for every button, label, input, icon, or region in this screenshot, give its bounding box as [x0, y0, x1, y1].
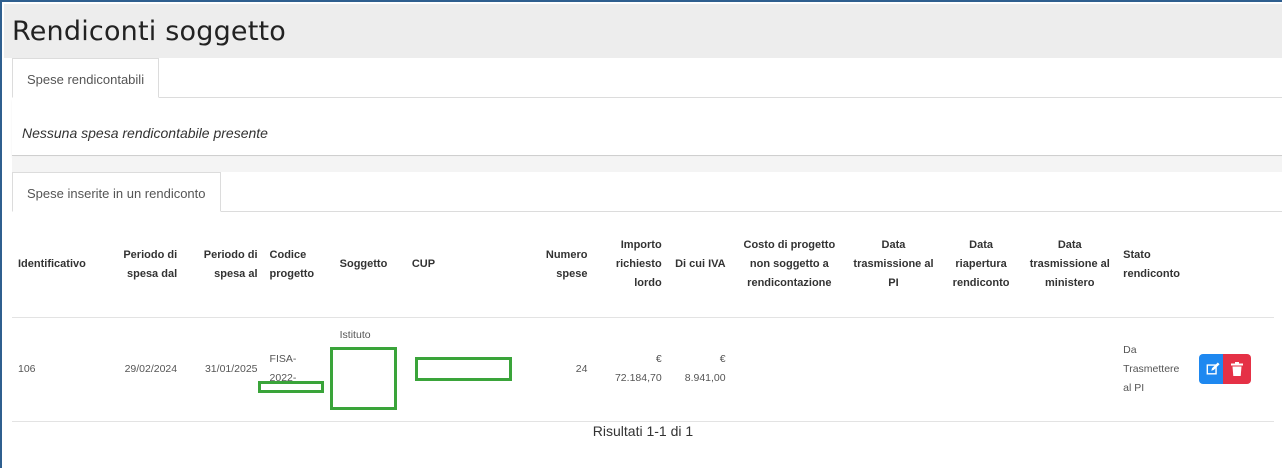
page-header: Rendiconti soggetto: [4, 4, 1282, 58]
edit-icon: [1207, 362, 1221, 375]
col-header-soggetto: Soggetto: [333, 213, 406, 318]
col-header-periodo-al: Periodo di spesa al: [183, 213, 264, 318]
importo-currency: €: [655, 353, 662, 365]
page-frame: Rendiconti soggetto Spese rendicontabili…: [0, 0, 1282, 468]
col-header-actions: [1193, 213, 1274, 318]
cell-identificativo: 106: [12, 317, 103, 422]
cell-data-riapertura: [939, 317, 1023, 422]
cell-soggetto: Istituto: [329, 317, 406, 422]
cell-cup: [405, 317, 522, 422]
cell-actions: [1193, 317, 1274, 422]
col-header-costo-non-soggetto: Costo di progetto non soggetto a rendico…: [731, 213, 848, 318]
trash-icon: [1231, 362, 1244, 376]
cell-codice-progetto: FISA- 2022-: [257, 317, 334, 422]
spese-rendicontabili-panel: Nessuna spesa rendicontabile presente: [12, 98, 1282, 156]
col-header-numero-spese: Numero spese: [521, 213, 594, 318]
col-header-data-riapertura: Data riapertura rendiconto: [939, 213, 1023, 318]
tabbar-spese-rendicontabili: Spese rendicontabili: [12, 58, 1282, 98]
iva-value: 8.941,00: [684, 372, 726, 384]
delete-button[interactable]: [1223, 354, 1252, 384]
cell-numero-spese: 24: [521, 317, 594, 422]
cell-stato: Da Trasmettere al PI: [1117, 317, 1194, 422]
codice-progetto-line-1: FISA-: [269, 353, 297, 365]
cell-data-trasmissione-ministero: [1022, 317, 1118, 422]
cell-costo-non-soggetto: [731, 317, 848, 422]
iva-currency: €: [719, 353, 726, 365]
cell-periodo-dal: 29/02/2024: [102, 317, 184, 422]
cell-importo: € 72.184,70: [593, 317, 668, 422]
tab-spese-rendicontabili[interactable]: Spese rendicontabili: [12, 58, 160, 98]
pagination-results: Risultati 1-1 di 1: [592, 423, 694, 439]
redacted-codice-progetto: [257, 380, 324, 393]
col-header-stato: Stato rendiconto: [1117, 213, 1194, 318]
col-header-periodo-dal: Periodo di spesa dal: [102, 213, 184, 318]
col-header-data-trasmissione-ministero: Data trasmissione al ministero: [1022, 213, 1118, 318]
rendiconti-table: Identificativo Periodo di spesa dal Peri…: [12, 213, 1274, 422]
redacted-soggetto: [329, 346, 397, 410]
redacted-cup: [414, 357, 512, 381]
col-header-identificativo: Identificativo: [12, 213, 103, 318]
col-header-importo: Importo richiesto lordo: [593, 213, 668, 318]
cell-periodo-al: 31/01/2025: [183, 317, 264, 422]
col-header-iva: Di cui IVA: [667, 213, 732, 318]
col-header-codice-progetto: Codice progetto: [263, 213, 334, 318]
rendiconti-table-wrapper: Identificativo Periodo di spesa dal Peri…: [12, 213, 1282, 422]
soggetto-text: Istituto: [339, 328, 371, 341]
col-header-cup: CUP: [405, 213, 522, 318]
tabbar-spese-inserite: Spese inserite in un rendiconto: [12, 172, 1282, 212]
cell-data-trasmissione-pi: [847, 317, 940, 422]
cell-iva: € 8.941,00: [667, 317, 732, 422]
section-divider: [12, 157, 1282, 172]
table-row: 106 29/02/2024 31/01/2025 FISA- 2022- Is…: [12, 317, 1274, 422]
tab-spese-inserite[interactable]: Spese inserite in un rendiconto: [12, 172, 221, 212]
empty-message: Nessuna spesa rendicontabile presente: [22, 125, 268, 141]
col-header-data-trasmissione-pi: Data trasmissione al PI: [847, 213, 940, 318]
page-title: Rendiconti soggetto: [12, 16, 287, 47]
table-header-row: Identificativo Periodo di spesa dal Peri…: [12, 213, 1274, 318]
importo-value: 72.184,70: [614, 372, 662, 384]
